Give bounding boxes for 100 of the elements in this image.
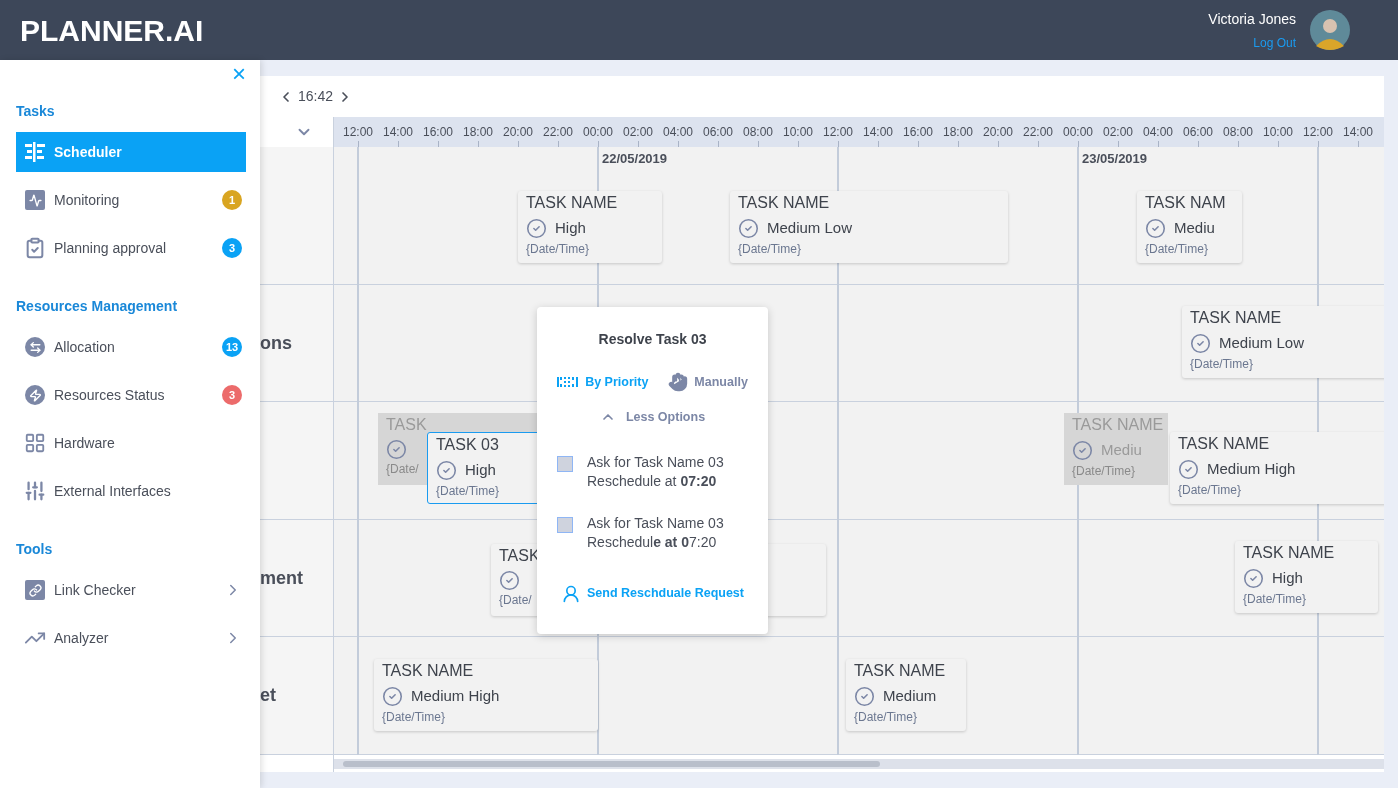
check-circle-icon (386, 439, 407, 460)
count-badge: 3 (222, 385, 242, 405)
sidebar-item[interactable]: Planning approval 3 (16, 228, 246, 268)
option-text: Ask for Task Name 03 Reschedule at 07:20 (587, 452, 725, 491)
task-priority: Medium (883, 686, 937, 706)
sidebar-item[interactable]: Resources Status 3 (16, 375, 246, 415)
hand-icon (668, 372, 689, 392)
lightning-icon (25, 385, 45, 405)
app-logo: PLANNER.AI (20, 12, 204, 49)
hour-label: 04:00 (662, 124, 694, 141)
hour-label: 22:00 (542, 124, 574, 141)
task-priority: High (1272, 568, 1303, 588)
task-date: {Date/Time} (382, 708, 445, 726)
task-date: {Date/ (386, 461, 419, 478)
sidebar-item[interactable]: External Interfaces (16, 471, 246, 511)
task-name: TASK (499, 547, 540, 565)
check-circle-icon (436, 459, 457, 481)
task-date: {Date/ (499, 592, 532, 609)
hour-label: 16:00 (422, 124, 454, 141)
sliders-icon (24, 480, 46, 502)
check-circle-icon (1178, 458, 1199, 480)
check-circle-icon (499, 570, 520, 591)
task-card[interactable]: TASK NAME High {Date/Time} (518, 191, 662, 263)
sidebar-item[interactable]: Analyzer (16, 618, 246, 658)
task-priority: Medium Low (1219, 333, 1305, 353)
lane-label: ons (260, 331, 292, 355)
task-name: TASK NAME (1178, 435, 1270, 453)
task-date: {Date/Time} (526, 240, 589, 258)
task-card[interactable]: TASK NAME High {Date/Time} (1235, 541, 1378, 613)
hour-label: 20:00 (502, 124, 534, 141)
check-circle-icon (738, 217, 759, 239)
option-checkbox[interactable] (557, 516, 573, 533)
task-name: TASK 03 (436, 436, 499, 454)
task-card[interactable]: TASK NAM Mediu {Date/Time} (1137, 191, 1242, 263)
item-label: Monitoring (54, 190, 121, 210)
hour-label: 04:00 (1142, 124, 1174, 141)
hour-label: 18:00 (462, 124, 494, 141)
priority-icon (557, 377, 580, 387)
clipboard-check-icon (24, 237, 46, 259)
section-title: Tasks (16, 102, 56, 121)
task-date: {Date/Time} (854, 708, 917, 726)
hour-label: 18:00 (942, 124, 974, 141)
hour-label: 02:00 (1102, 124, 1134, 141)
hour-label: 12:00 (342, 124, 374, 141)
hour-label: 16:00 (902, 124, 934, 141)
lane-label: ment (260, 566, 303, 590)
task-date: {Date/Time} (1072, 462, 1135, 480)
hour-label: 00:00 (1062, 124, 1094, 141)
task-date: {Date/Time} (1145, 240, 1208, 258)
task-name: TASK (386, 416, 427, 434)
sidebar-item[interactable]: Allocation 13 (16, 327, 246, 367)
count-badge: 1 (222, 190, 242, 210)
sidebar-item[interactable]: Monitoring 1 (16, 180, 246, 220)
task-card[interactable]: TASK NAME Medium Low {Date/Time} (1182, 306, 1384, 378)
hour-label: 14:00 (862, 124, 894, 141)
sidebar-item[interactable]: Hardware (16, 423, 246, 463)
current-time: 16:42 (298, 87, 334, 106)
scrollbar-thumb[interactable] (343, 760, 880, 767)
section-title: Resources Management (16, 297, 179, 316)
mode-button[interactable]: Manually (668, 372, 748, 392)
lane-label: et (260, 684, 276, 707)
item-label: External Interfaces (54, 481, 172, 501)
user-icon (561, 583, 581, 604)
section-title: Tools (16, 540, 54, 559)
task-card[interactable]: TASK NAME Medium {Date/Time} (846, 659, 966, 731)
count-badge: 13 (222, 337, 242, 357)
task-date: {Date/Time} (738, 240, 801, 258)
user-name: Victoria Jones (1208, 9, 1296, 29)
task-date: {Date/Time} (436, 482, 499, 500)
task-name: TASK NAME (854, 662, 946, 680)
sidebar-item[interactable]: Link Checker (16, 570, 246, 610)
task-card[interactable]: TASK NAME Medium Low {Date/Time} (730, 191, 1008, 263)
task-priority: Medium Low (767, 218, 853, 238)
user-avatar[interactable] (1310, 10, 1350, 50)
task-priority: Medium High (411, 686, 500, 706)
hour-label: 00:00 (582, 124, 614, 141)
date-label: 22/05/2019 (602, 150, 668, 168)
task-card[interactable]: TASK NAME Medium High {Date/Time} (1170, 432, 1384, 504)
option-text: Ask for Task Name 03 Reschedule at 07:20 (587, 513, 725, 552)
hour-label: 02:00 (622, 124, 654, 141)
option-checkbox[interactable] (557, 455, 573, 472)
item-label: Scheduler (54, 142, 123, 162)
task-priority: Medium High (1207, 459, 1296, 479)
horizontal-scrollbar[interactable] (334, 758, 1384, 769)
task-date: {Date/Time} (1243, 590, 1306, 608)
check-circle-icon (1072, 439, 1093, 461)
task-name: TASK NAME (382, 662, 474, 680)
task-name: TASK NAME (1072, 416, 1164, 434)
task-priority: Mediu (1101, 440, 1142, 460)
hour-label: 20:00 (982, 124, 1014, 141)
task-name: TASK NAM (1145, 194, 1226, 212)
hour-label: 14:00 (382, 124, 414, 141)
task-card[interactable]: TASK NAME Medium High {Date/Time} (374, 659, 598, 731)
check-circle-icon (382, 685, 403, 707)
hour-label: 06:00 (1182, 124, 1214, 141)
less-options-toggle[interactable]: Less Options (599, 408, 706, 427)
hour-label: 12:00 (1302, 124, 1334, 141)
hour-label: 06:00 (702, 124, 734, 141)
grid-icon (24, 432, 46, 454)
task-date: {Date/Time} (1178, 481, 1241, 499)
